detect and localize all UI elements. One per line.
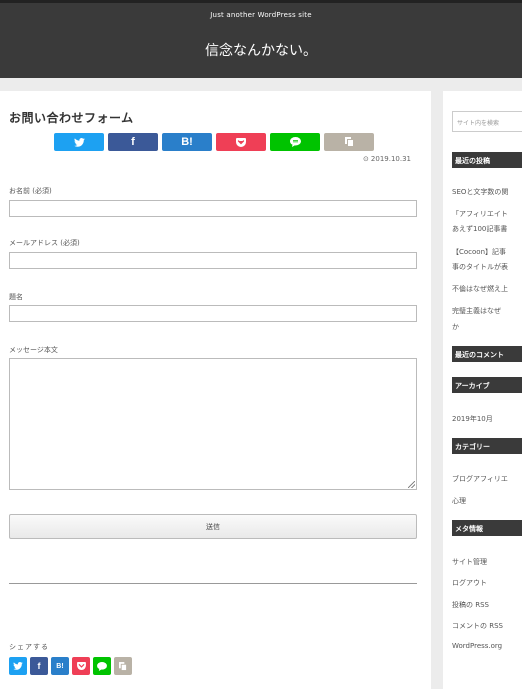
category-link[interactable]: 心理	[452, 496, 466, 506]
share-facebook-small-button[interactable]: f	[30, 657, 48, 675]
share-label: シェアする	[9, 643, 49, 651]
recent-post-link[interactable]: SEOと文字数の関	[452, 187, 508, 197]
widget-title-recent-posts: 最近の投稿	[452, 152, 522, 168]
copy-icon	[344, 137, 354, 147]
sidebar: サイト内を検索 最近の投稿 SEOと文字数の関 「アフィリエイト あえず100記…	[443, 91, 522, 689]
line-icon	[289, 137, 301, 147]
recent-post-link[interactable]: 完璧主義はなぜ	[452, 306, 501, 316]
meta-link[interactable]: WordPress.org	[452, 642, 502, 650]
copy-icon	[119, 661, 127, 671]
hatena-icon: B!	[56, 662, 64, 670]
share-hatena-small-button[interactable]: B!	[51, 657, 69, 675]
share-pocket-small-button[interactable]	[72, 657, 90, 675]
pocket-icon	[76, 662, 86, 670]
share-pocket-button[interactable]	[216, 133, 266, 151]
post-date: ⊙ 2019.10.31	[361, 155, 411, 163]
page-title: お問い合わせフォーム	[9, 111, 134, 125]
facebook-icon: f	[131, 136, 135, 148]
meta-link[interactable]: 投稿の RSS	[452, 600, 489, 610]
clock-icon: ⊙	[363, 155, 369, 163]
recent-post-link-cont[interactable]: か	[452, 322, 459, 332]
share-hatena-button[interactable]: B!	[162, 133, 212, 151]
widget-title-archives: アーカイブ	[452, 377, 522, 393]
hatena-icon: B!	[181, 136, 193, 148]
widget-title-categories: カテゴリー	[452, 438, 522, 454]
submit-button[interactable]: 送信	[9, 514, 417, 539]
message-textarea[interactable]	[9, 358, 417, 490]
divider	[9, 583, 417, 584]
line-icon	[97, 661, 107, 671]
recent-post-link[interactable]: 不倫はなぜ燃え上	[452, 284, 508, 294]
main-content: お問い合わせフォーム f B! ⊙ 2019.10.31 お名前 (必須) メール…	[0, 91, 431, 689]
recent-post-link-cont[interactable]: あえず100記事書	[452, 224, 507, 234]
recent-post-link-cont[interactable]: 事のタイトルが表	[452, 262, 508, 272]
share-copy-button[interactable]	[324, 133, 374, 151]
share-line-button[interactable]	[270, 133, 320, 151]
subject-input[interactable]	[9, 305, 417, 322]
message-label: メッセージ本文	[9, 346, 58, 354]
share-line-small-button[interactable]	[93, 657, 111, 675]
share-buttons-bottom: f B!	[9, 657, 132, 675]
facebook-icon: f	[37, 661, 41, 671]
email-input[interactable]	[9, 252, 417, 269]
name-input[interactable]	[9, 200, 417, 217]
category-link[interactable]: ブログアフィリエ	[452, 474, 508, 484]
twitter-icon	[13, 662, 23, 670]
share-facebook-button[interactable]: f	[108, 133, 158, 151]
share-twitter-small-button[interactable]	[9, 657, 27, 675]
meta-link[interactable]: ログアウト	[452, 578, 487, 588]
recent-post-link[interactable]: 「アフィリエイト	[452, 209, 508, 219]
share-buttons-top: f B!	[54, 133, 374, 151]
pocket-icon	[236, 137, 246, 147]
search-input[interactable]: サイト内を検索	[452, 111, 522, 132]
widget-title-recent-comments: 最近のコメント	[452, 346, 522, 362]
meta-link[interactable]: サイト管理	[452, 557, 487, 567]
archive-link[interactable]: 2019年10月	[452, 414, 493, 424]
resize-handle-icon[interactable]	[408, 481, 415, 488]
site-title[interactable]: 信念なんかない。	[0, 40, 522, 60]
subject-label: 題名	[9, 293, 23, 301]
meta-link[interactable]: コメントの RSS	[452, 621, 503, 631]
site-tagline: Just another WordPress site	[210, 11, 312, 19]
site-header: Just another WordPress site 信念なんかない。	[0, 3, 522, 78]
share-twitter-button[interactable]	[54, 133, 104, 151]
post-date-text: 2019.10.31	[370, 155, 411, 163]
share-copy-small-button[interactable]	[114, 657, 132, 675]
email-label: メールアドレス (必須)	[9, 239, 80, 247]
recent-post-link[interactable]: 【Cocoon】記事	[452, 247, 506, 257]
twitter-icon	[73, 137, 85, 147]
name-label: お名前 (必須)	[9, 187, 52, 195]
widget-title-meta: メタ情報	[452, 520, 522, 536]
